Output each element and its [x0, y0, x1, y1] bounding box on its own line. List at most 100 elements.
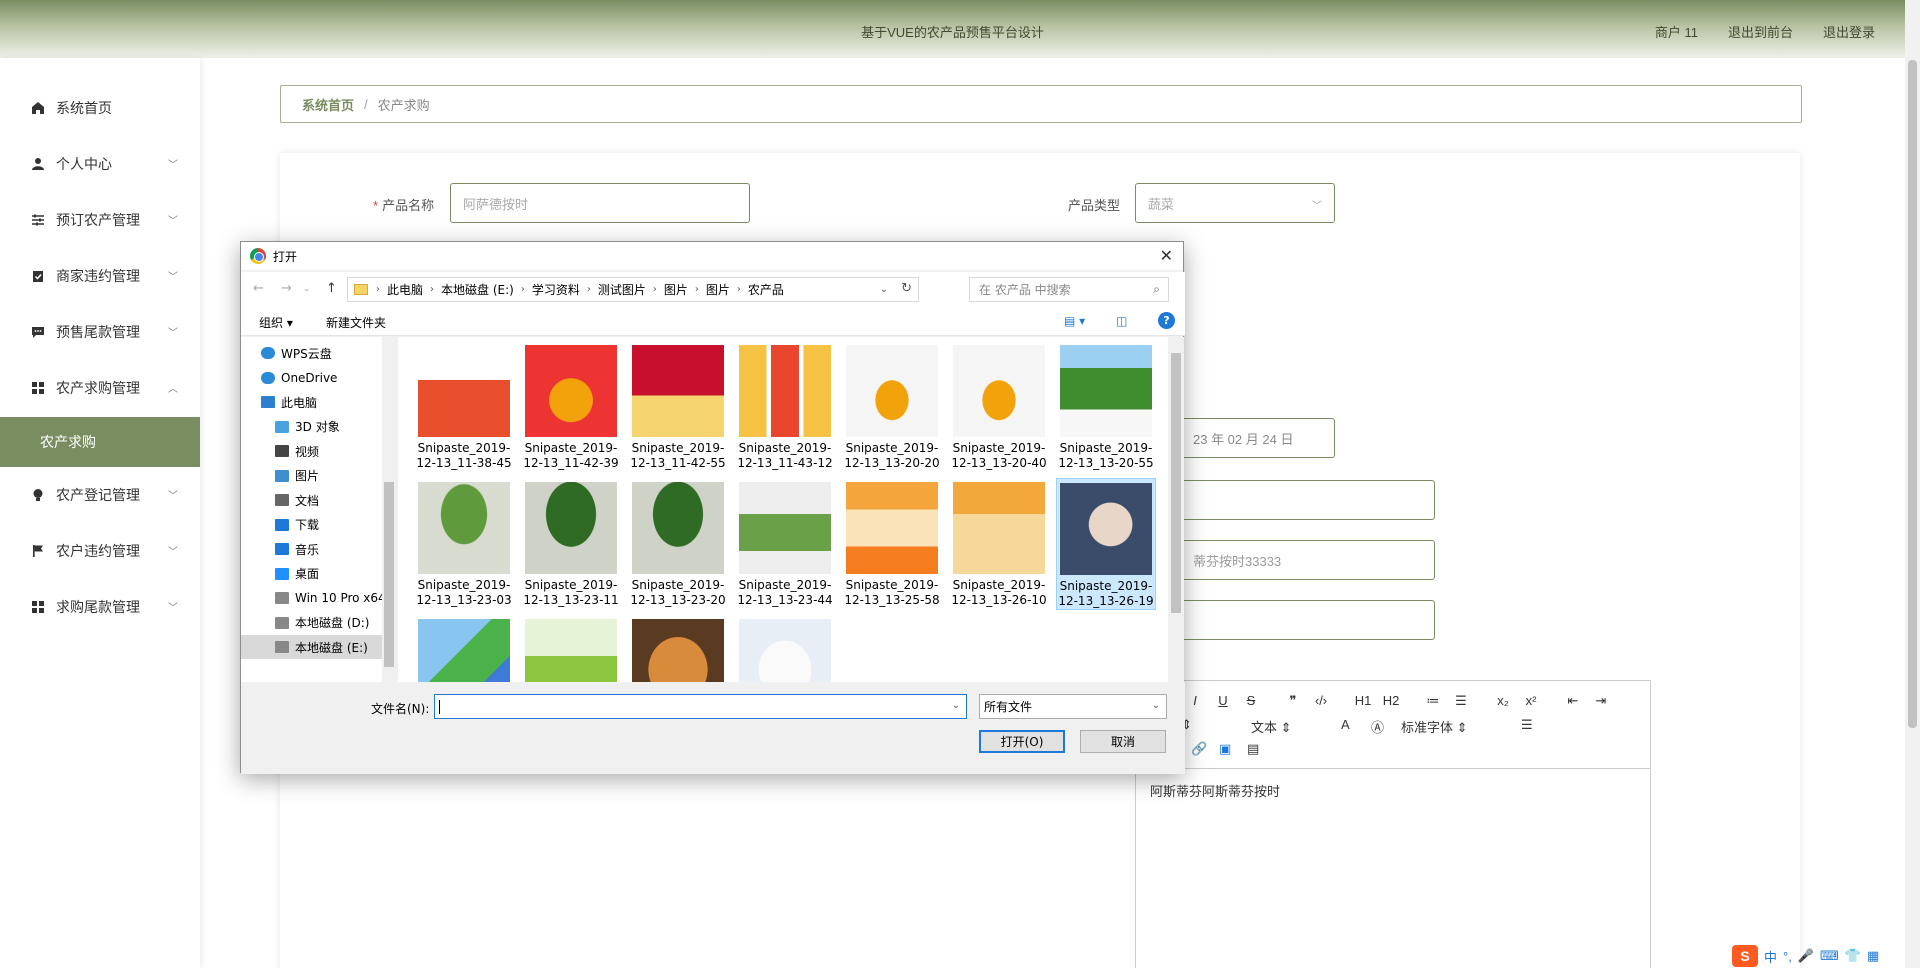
- back-arrow-icon[interactable]: ←: [253, 281, 264, 296]
- file-item[interactable]: Snipaste_2019-12-13_13-26-19: [1056, 478, 1156, 610]
- address-crumb[interactable]: 农产品: [748, 281, 784, 298]
- nav-item[interactable]: 本地磁盘 (E:): [241, 635, 396, 659]
- strike-button[interactable]: S: [1237, 693, 1265, 709]
- view-mode-icon[interactable]: ▤ ▾: [1064, 314, 1085, 328]
- italic-button[interactable]: I: [1181, 693, 1209, 709]
- sidebar-item-merchant-breach[interactable]: 商家违约管理 ﹀: [0, 251, 200, 301]
- open-button[interactable]: 打开(O): [979, 730, 1065, 753]
- recent-dropdown-icon[interactable]: ⌄: [303, 284, 311, 294]
- chevron-down-icon[interactable]: ⌄: [952, 700, 960, 711]
- bullet-list-button[interactable]: ☰: [1447, 693, 1475, 709]
- nav-scrollbar[interactable]: [382, 337, 396, 682]
- nav-item[interactable]: WPS云盘: [241, 341, 396, 365]
- h2-button[interactable]: H2: [1377, 693, 1405, 709]
- file-item[interactable]: [521, 615, 621, 682]
- nav-item[interactable]: 本地磁盘 (D:): [241, 611, 396, 635]
- sidebar-item-presale-balance[interactable]: 预售尾款管理 ﹀: [0, 307, 200, 357]
- indent-button[interactable]: ⇥: [1587, 693, 1615, 709]
- address-crumb[interactable]: 学习资料: [532, 281, 580, 298]
- file-item[interactable]: [414, 615, 514, 682]
- video-icon[interactable]: ▤: [1247, 741, 1275, 757]
- sidebar-item-personal[interactable]: 个人中心 ﹀: [0, 139, 200, 189]
- size-select-arrow[interactable]: ⇕: [1181, 717, 1251, 736]
- file-item[interactable]: Snipaste_2019-12-13_13-23-20: [628, 478, 728, 610]
- preview-pane-icon[interactable]: ◫: [1116, 314, 1127, 328]
- address-crumb[interactable]: 图片: [706, 281, 730, 298]
- address-crumb[interactable]: 本地磁盘 (E:): [441, 281, 514, 298]
- address-crumb[interactable]: 测试图片: [598, 281, 646, 298]
- nav-item[interactable]: 图片: [241, 464, 396, 488]
- sidebar-item-purchase[interactable]: 农产求购: [0, 417, 200, 467]
- sidebar-item-purchase-balance[interactable]: 求购尾款管理 ﹀: [0, 582, 200, 632]
- nav-item[interactable]: Win 10 Pro x64: [241, 586, 396, 610]
- address-crumb[interactable]: 此电脑: [387, 281, 423, 298]
- address-bar[interactable]: › 此电脑 › 本地磁盘 (E:) › 学习资料 › 测试图片 › 图片 › 图片 › 农产…: [347, 277, 919, 302]
- page-scrollbar-thumb[interactable]: [1908, 60, 1917, 728]
- font-family-select[interactable]: 标准字体 ⇕: [1401, 717, 1521, 736]
- product-type-select[interactable]: 蔬菜 ﹀: [1135, 183, 1335, 223]
- nav-item[interactable]: 此电脑: [241, 390, 396, 414]
- chevron-down-icon[interactable]: ⌄: [880, 284, 888, 295]
- sidebar-item-purchase-mgmt[interactable]: 农产求购管理 ︿: [0, 363, 200, 413]
- nav-item[interactable]: 音乐: [241, 537, 396, 561]
- outdent-button[interactable]: ⇤: [1559, 693, 1587, 709]
- sogou-ime-icon[interactable]: S: [1732, 945, 1758, 967]
- nav-item[interactable]: 文档: [241, 488, 396, 512]
- file-item[interactable]: Snipaste_2019-12-13_11-42-55: [628, 341, 728, 473]
- filename-input[interactable]: ⌄: [434, 694, 967, 719]
- nav-item[interactable]: OneDrive: [241, 366, 396, 390]
- new-folder-button[interactable]: 新建文件夹: [326, 314, 386, 331]
- background-color-icon[interactable]: Ⓐ: [1371, 717, 1401, 736]
- code-button[interactable]: ‹/›: [1307, 693, 1335, 709]
- sidebar-item-home[interactable]: 系统首页: [0, 83, 200, 133]
- subscript-button[interactable]: x₂: [1489, 693, 1517, 709]
- font-color-icon[interactable]: A: [1341, 717, 1371, 736]
- editor-content[interactable]: 阿斯蒂芬阿斯蒂芬按时: [1136, 769, 1650, 812]
- h1-button[interactable]: H1: [1349, 693, 1377, 709]
- file-item[interactable]: Snipaste_2019-12-13_11-42-39: [521, 341, 621, 473]
- ime-mode-label[interactable]: 中: [1764, 947, 1777, 966]
- up-arrow-icon[interactable]: ↑: [326, 281, 337, 296]
- ordered-list-button[interactable]: ≔: [1419, 693, 1447, 709]
- nav-item[interactable]: 视频: [241, 439, 396, 463]
- folder-search-input[interactable]: 在 农产品 中搜索 ⌕: [969, 277, 1169, 302]
- file-item[interactable]: Snipaste_2019-12-13_11-43-12: [735, 341, 835, 473]
- product-name-input[interactable]: 阿萨德按时: [450, 183, 750, 223]
- microphone-icon[interactable]: 🎤: [1798, 948, 1814, 964]
- quote-button[interactable]: ❞: [1279, 693, 1307, 709]
- file-item[interactable]: Snipaste_2019-12-13_13-23-11: [521, 478, 621, 610]
- file-item[interactable]: [628, 615, 728, 682]
- refresh-icon[interactable]: ↻: [901, 281, 912, 296]
- file-item[interactable]: Snipaste_2019-12-13_11-38-45: [414, 341, 514, 473]
- toolbox-icon[interactable]: ▦: [1867, 948, 1879, 964]
- file-item[interactable]: Snipaste_2019-12-13_13-23-44: [735, 478, 835, 610]
- skin-icon[interactable]: 👕: [1845, 948, 1861, 964]
- logout-link[interactable]: 退出登录: [1823, 22, 1875, 41]
- underline-button[interactable]: U: [1209, 693, 1237, 709]
- close-icon[interactable]: ✕: [1160, 246, 1173, 265]
- filetype-select[interactable]: 所有文件 ⌄: [979, 694, 1167, 719]
- sidebar-item-registration[interactable]: 农产登记管理 ﹀: [0, 470, 200, 520]
- nav-item[interactable]: 桌面: [241, 562, 396, 586]
- punctuation-icon[interactable]: °,: [1783, 949, 1792, 964]
- image-icon[interactable]: ▣: [1219, 741, 1247, 757]
- file-item[interactable]: [735, 615, 835, 682]
- superscript-button[interactable]: x²: [1517, 693, 1545, 709]
- breadcrumb-home[interactable]: 系统首页: [302, 95, 354, 114]
- align-icon[interactable]: ☰: [1521, 717, 1551, 736]
- sidebar-item-booking[interactable]: 预订农产管理 ﹀: [0, 195, 200, 245]
- organize-button[interactable]: 组织 ▾: [259, 314, 293, 331]
- link-icon[interactable]: 🔗: [1191, 741, 1219, 757]
- file-scrollbar[interactable]: [1168, 337, 1184, 682]
- file-item[interactable]: Snipaste_2019-12-13_13-20-40: [949, 341, 1049, 473]
- file-item[interactable]: Snipaste_2019-12-13_13-25-58: [842, 478, 942, 610]
- help-icon[interactable]: ?: [1158, 312, 1175, 329]
- file-item[interactable]: Snipaste_2019-12-13_13-20-55: [1056, 341, 1156, 473]
- user-name-link[interactable]: 商户 11: [1655, 22, 1698, 41]
- file-item[interactable]: Snipaste_2019-12-13_13-23-03: [414, 478, 514, 610]
- keyboard-icon[interactable]: ⌨: [1820, 948, 1839, 964]
- font-size-select[interactable]: 文本 ⇕: [1251, 717, 1341, 736]
- back-to-front-link[interactable]: 退出到前台: [1728, 22, 1793, 41]
- cancel-button[interactable]: 取消: [1080, 730, 1166, 753]
- file-item[interactable]: Snipaste_2019-12-13_13-26-10: [949, 478, 1049, 610]
